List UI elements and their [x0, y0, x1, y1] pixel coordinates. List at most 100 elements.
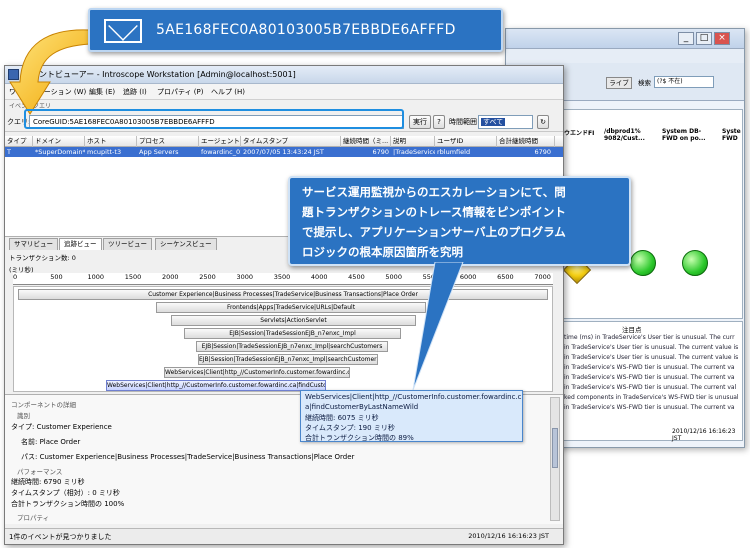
alert-row[interactable]: ked components in TradeService's WS-FWD …: [564, 394, 740, 403]
axis-tick-label: 2000: [161, 273, 179, 281]
col-host[interactable]: ホスト: [85, 136, 137, 147]
detail-duration: 継続時間: 6790 ミリ秒: [11, 478, 85, 486]
tab-trace[interactable]: 追跡ビュー: [59, 238, 102, 250]
query-highlight: [24, 109, 404, 129]
callout-line: で提示し、アプリケーションサーバ上のプログラム: [302, 225, 566, 239]
trace-bar[interactable]: WebServices|Client|http_//CustomerInfo.c…: [164, 367, 350, 378]
tooltip-line: WebServices|Client|http_//CustomerInfo.c…: [305, 393, 522, 401]
col-timestamp[interactable]: タイムスタンプ: [241, 136, 341, 147]
col-description[interactable]: 説明: [391, 136, 435, 147]
cell-timestamp: 2007/07/05 13:43:24 JST: [243, 148, 324, 156]
axis-tick-label: 500: [50, 273, 63, 281]
col-agent[interactable]: エージェント: [199, 136, 241, 147]
col-process[interactable]: プロセス: [137, 136, 199, 147]
trace-bar[interactable]: EJB|Session|TradeSessionEJB_n7enxc_Impl|…: [196, 341, 388, 352]
props-header: プロパティ: [17, 514, 50, 522]
live-button[interactable]: ライブ: [606, 77, 632, 89]
cell-total-duration: 6790: [534, 148, 551, 156]
maximize-icon[interactable]: □: [696, 32, 712, 45]
details-header: コンポーネントの詳細: [11, 401, 76, 409]
alert-row[interactable]: in TradeService's User tier is unusual. …: [564, 354, 740, 363]
detail-name: 名前: Place Order: [21, 438, 81, 446]
axis-tick-label: 4500: [348, 273, 365, 281]
tooltip-line: 継続時間: 6075 ミリ秒: [305, 414, 379, 422]
axis-tick-label: 3500: [273, 273, 291, 281]
envelope-icon: [104, 19, 142, 43]
status-ok-icon[interactable]: [682, 250, 708, 276]
trace-view: Customer Experience|Business Processes|T…: [13, 286, 553, 392]
detail-total: 合計トランザクション時間の 100%: [11, 500, 125, 508]
col-domain[interactable]: ドメイン: [33, 136, 85, 147]
callout-pointer: [412, 262, 464, 391]
cell-process: App Servers: [139, 148, 179, 156]
explanation-callout: サービス運用監視からのエスカレーションにて、問 題トランザクションのトレース情報…: [288, 176, 631, 266]
tab-tree[interactable]: ツリービュー: [103, 238, 152, 250]
trace-bar[interactable]: Servlets|ActionServlet: [171, 315, 416, 326]
trace-bar[interactable]: EJB|Session|TradeSessionEJB_n7enxc_Impl: [184, 328, 401, 339]
axis-tick-label: 1000: [87, 273, 105, 281]
axis-tick-label: 6500: [497, 273, 514, 281]
scrollbar-thumb[interactable]: [552, 428, 558, 468]
col-duration[interactable]: 継続時間（ミ...: [341, 136, 391, 147]
close-icon[interactable]: ×: [714, 32, 730, 45]
perf-header: パフォーマンス: [17, 468, 63, 476]
col-user-id[interactable]: ユーザID: [435, 136, 497, 147]
axis-tick-label: 0: [13, 273, 18, 281]
alert-row[interactable]: time (ms) in TradeService's User tier is…: [564, 334, 740, 343]
bg-alert-pane: 注目点 time (ms) in TradeService's User tie…: [561, 321, 743, 442]
alert-row[interactable]: in TradeService's WS-FWD tier is unusual…: [564, 374, 740, 383]
time-range-value: すべて: [481, 118, 506, 126]
bg-col-2: System DB-FWD on po...: [662, 128, 706, 142]
tooltip-line: タイムスタンプ: 190 ミリ秒: [305, 424, 395, 432]
refresh-icon[interactable]: ↻: [537, 115, 549, 129]
cell-type: T: [7, 148, 11, 156]
trace-bar[interactable]: EJB|Session|TradeSessionEJB_n7enxc_Impl|…: [198, 354, 378, 365]
col-total-duration[interactable]: 合計継続時間: [497, 136, 555, 147]
details-scrollbar[interactable]: [550, 397, 560, 521]
table-row[interactable]: T *SuperDomain* mcupitt-t3 App Servers f…: [5, 147, 563, 157]
axis-tick-label: 1500: [124, 273, 142, 281]
event-viewer-window: イベントビューアー - Introscope Workstation [Admi…: [4, 65, 564, 545]
bg-titlebar: _ □ ×: [506, 29, 744, 49]
menu-trace[interactable]: 追跡 (I): [123, 86, 147, 98]
tab-sequence[interactable]: シーケンスビュー: [155, 238, 217, 250]
status-bar: 1件のイベントが見つかりました 2010/12/16 16:16:23 JST: [5, 528, 563, 544]
col-type[interactable]: タイプ: [5, 136, 33, 147]
status-ok-icon[interactable]: [630, 250, 656, 276]
status-text: 1件のイベントが見つかりました: [9, 533, 112, 541]
trace-bar[interactable]: Frontends|Apps|TradeService|URLs|Default: [156, 302, 426, 313]
alert-row[interactable]: in TradeService's WS-FWD tier is unusual…: [564, 364, 740, 373]
alert-row[interactable]: in TradeService's WS-FWD tier is unusual…: [564, 404, 740, 413]
callout-line: サービス運用監視からのエスカレーションにて、問: [302, 185, 566, 199]
menu-properties[interactable]: プロパティ (P): [157, 86, 204, 98]
time-range-select[interactable]: すべて: [478, 115, 533, 129]
bg-menubar: [506, 49, 744, 63]
tab-summary[interactable]: サマリビュー: [9, 238, 58, 250]
trace-bar[interactable]: Customer Experience|Business Processes|T…: [18, 289, 548, 300]
trace-bar[interactable]: WebServices|Client|http_//CustomerInfo.c…: [106, 380, 326, 391]
time-axis: 0 500 1000 1500 2000 2500 3000 3500 4000 4500 5000…: [13, 273, 553, 285]
minimize-icon[interactable]: _: [678, 32, 694, 45]
run-button[interactable]: 実行: [409, 115, 431, 129]
transaction-count: トランザクション数: 0: [9, 254, 76, 262]
tooltip-line: a|findCustomerByLastNameWild: [305, 403, 419, 411]
axis-tick-label: 5000: [385, 273, 402, 281]
detail-timestamp: タイムスタンプ（相対）: 0 ミリ秒: [11, 489, 120, 497]
cell-host: mcupitt-t3: [87, 148, 122, 156]
bg-col-3: Syste FWD: [722, 128, 741, 142]
menu-help[interactable]: ヘルプ (H): [211, 86, 245, 98]
alert-row[interactable]: in TradeService's User tier is unusual. …: [564, 344, 740, 353]
bg-col-1: /dbprod1% 9082/Cust...: [604, 128, 645, 142]
cell-description: |TradeService/...: [393, 148, 435, 156]
callout-line: 題トランザクションのトレース情報をピンポイント: [302, 205, 566, 219]
trace-tooltip: WebServices|Client|http_//CustomerInfo.c…: [300, 390, 523, 442]
alert-row[interactable]: in TradeService's WS-FWD tier is unusual…: [564, 384, 740, 393]
tooltip-line: 合計トランザクション時間の 89%: [305, 434, 414, 442]
callout-line: ロジックの根本原因箇所を究明: [302, 245, 463, 259]
bg-search-input[interactable]: (?$ 不在): [654, 76, 714, 88]
cell-duration: 6790: [372, 148, 389, 156]
help-button[interactable]: ?: [433, 115, 445, 129]
cell-agent: fowardinc_01: [201, 148, 241, 156]
results-table-header: タイプ ドメイン ホスト プロセス エージェント タイムスタンプ 継続時間（ミ.…: [5, 136, 563, 147]
cell-domain: *SuperDomain*: [35, 148, 85, 156]
